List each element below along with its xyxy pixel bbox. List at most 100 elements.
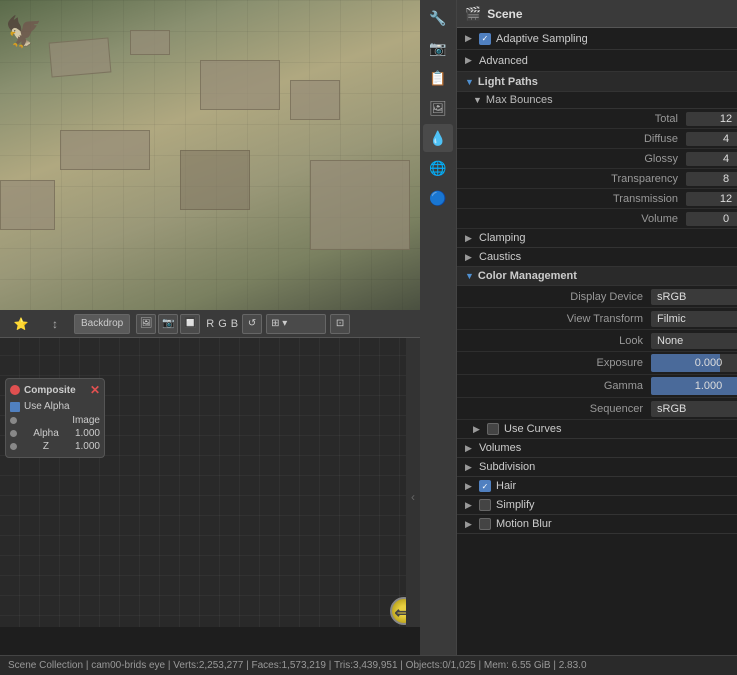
image-row: Image: [10, 414, 100, 427]
viewport-icons: 🖼 📷 🔲: [136, 314, 200, 334]
building-4: [290, 80, 340, 120]
hair-row[interactable]: ▶ ✓ Hair ⁞⁞: [457, 477, 737, 496]
motion-blur-label: Motion Blur: [496, 518, 737, 530]
adaptive-sampling-row[interactable]: ▶ ✓ Adaptive Sampling: [457, 28, 737, 50]
color-mgmt-header[interactable]: ▼ Color Management ⁞⁞: [457, 267, 737, 286]
z-dot: [10, 443, 17, 450]
hair-arrow: ▶: [465, 481, 475, 492]
total-row: Total 12: [457, 109, 737, 129]
look-dropdown[interactable]: None ▾: [651, 333, 737, 349]
zoom-btn[interactable]: ⊡: [330, 314, 350, 334]
node-dot-red: [10, 385, 20, 395]
gamma-label: Gamma: [465, 380, 651, 392]
light-paths-label: Light Paths: [478, 76, 737, 88]
diffuse-label: Diffuse: [465, 133, 686, 145]
building-7: [0, 180, 55, 230]
subdivision-label: Subdivision: [479, 461, 737, 473]
layout-btn[interactable]: ⊞ ▾: [266, 314, 326, 334]
icon-sidebar: 🔧 📷 📋 🖼 💧 🌐 🔵: [420, 0, 457, 655]
main-container: 🦅 ⭐ ↕ Backdrop 🖼 📷 🔲: [0, 0, 737, 675]
view-img3-btn[interactable]: 🔲: [180, 314, 200, 334]
glossy-row: Glossy 4: [457, 149, 737, 169]
gamma-slider[interactable]: 1.000: [651, 377, 737, 395]
backdrop-button[interactable]: Backdrop: [74, 314, 130, 334]
transmission-value[interactable]: 12: [686, 192, 737, 206]
adaptive-sampling-label: Adaptive Sampling: [496, 33, 737, 45]
alpha-label: Alpha: [33, 428, 59, 439]
checkbox-check: ✓: [482, 34, 489, 43]
adaptive-sampling-arrow: ▶: [465, 33, 475, 44]
node-editor-grid[interactable]: ‹ Composite ✕ Use Alpha: [0, 338, 420, 627]
adaptive-sampling-checkbox[interactable]: ✓: [479, 33, 491, 45]
use-curves-checkbox[interactable]: [487, 423, 499, 435]
gamma-value: 1.000: [695, 380, 723, 392]
view-img2-btn[interactable]: 📷: [158, 314, 178, 334]
viewport[interactable]: 🦅: [0, 0, 420, 310]
refresh-btn[interactable]: ↺: [242, 314, 262, 334]
use-alpha-row: Use Alpha: [10, 401, 100, 412]
clamping-row[interactable]: ▶ Clamping: [457, 229, 737, 248]
exposure-row: Exposure 0.000: [457, 352, 737, 375]
subdivision-row[interactable]: ▶ Subdivision ⁞⁞: [457, 458, 737, 477]
use-alpha-checkbox[interactable]: [10, 402, 20, 412]
advanced-row[interactable]: ▶ Advanced: [457, 50, 737, 72]
transparency-value[interactable]: 8: [686, 172, 737, 186]
caustics-row[interactable]: ▶ Caustics: [457, 248, 737, 267]
sidebar-icon-object[interactable]: 🔵: [423, 184, 453, 212]
exposure-slider[interactable]: 0.000: [651, 354, 737, 372]
volume-row: Volume 0: [457, 209, 737, 229]
scene-header: 🎬 Scene ★: [457, 0, 737, 28]
motion-blur-row[interactable]: ▶ Motion Blur ⁞⁞: [457, 515, 737, 534]
sidebar-icon-render[interactable]: 📷: [423, 34, 453, 62]
building-5: [60, 130, 150, 170]
total-value[interactable]: 12: [686, 112, 737, 126]
volumes-arrow: ▶: [465, 443, 475, 454]
use-curves-row: ▶ Use Curves: [457, 420, 737, 439]
view-transform-dropdown[interactable]: Filmic ▾: [651, 311, 737, 327]
volumes-label: Volumes: [479, 442, 737, 454]
caustics-label: Caustics: [479, 251, 737, 263]
glossy-value[interactable]: 4: [686, 152, 737, 166]
alpha-dot: [10, 430, 17, 437]
display-device-dropdown[interactable]: sRGB ▾: [651, 289, 737, 305]
display-device-value: sRGB: [657, 291, 686, 303]
volume-value[interactable]: 0: [686, 212, 737, 226]
subdivision-arrow: ▶: [465, 462, 475, 473]
sequencer-dropdown[interactable]: sRGB ▾: [651, 401, 737, 417]
viewport-bg: 🦅: [0, 0, 420, 310]
alpha-value: 1.000: [75, 428, 100, 439]
view-img-btn[interactable]: 🖼: [136, 314, 156, 334]
hair-check: ✓: [482, 482, 489, 491]
sidebar-icon-output[interactable]: 📋: [423, 64, 453, 92]
close-icon[interactable]: ✕: [90, 383, 100, 397]
sequencer-row: Sequencer sRGB ▾: [457, 398, 737, 420]
sidebar-icon-tools[interactable]: 🔧: [423, 4, 453, 32]
diffuse-value[interactable]: 4: [686, 132, 737, 146]
node-type-icon[interactable]: ⭐: [6, 310, 36, 338]
sidebar-icon-scene[interactable]: 💧: [423, 124, 453, 152]
mb-arrow: ▼: [473, 95, 482, 105]
hair-checkbox[interactable]: ✓: [479, 480, 491, 492]
scene-title: Scene: [487, 7, 737, 21]
sidebar-icon-world[interactable]: 🌐: [423, 154, 453, 182]
building-3: [200, 60, 280, 110]
left-column: 🦅 ⭐ ↕ Backdrop 🖼 📷 🔲: [0, 0, 420, 655]
z-value: 1.000: [75, 441, 100, 452]
sidebar-icon-view[interactable]: 🖼: [423, 94, 453, 122]
motion-blur-arrow: ▶: [465, 519, 475, 530]
simplify-checkbox[interactable]: [479, 499, 491, 511]
simplify-row[interactable]: ▶ Simplify ⁞⁞: [457, 496, 737, 515]
volumes-row[interactable]: ▶ Volumes ⁞⁞: [457, 439, 737, 458]
panel-collapse-left[interactable]: ‹: [406, 338, 420, 627]
right-panel: 🎬 Scene ★ ▶ ✓ Adaptive Sampling ▶ Advanc: [457, 0, 737, 655]
motion-blur-checkbox[interactable]: [479, 518, 491, 530]
use-curves-label: Use Curves: [504, 423, 737, 435]
advanced-label: Advanced: [479, 55, 737, 67]
light-paths-header[interactable]: ▼ Light Paths ☰ ⊞: [457, 72, 737, 92]
max-bounces-header[interactable]: ▼ Max Bounces: [457, 92, 737, 109]
z-row: Z 1.000: [10, 440, 100, 453]
look-row: Look None ▾: [457, 330, 737, 352]
use-curves-arrow: ▶: [473, 424, 483, 435]
properties-scroll[interactable]: ▶ ✓ Adaptive Sampling ▶ Advanced ▼ Light…: [457, 28, 737, 655]
node-tree-icon[interactable]: ↕: [40, 310, 70, 338]
